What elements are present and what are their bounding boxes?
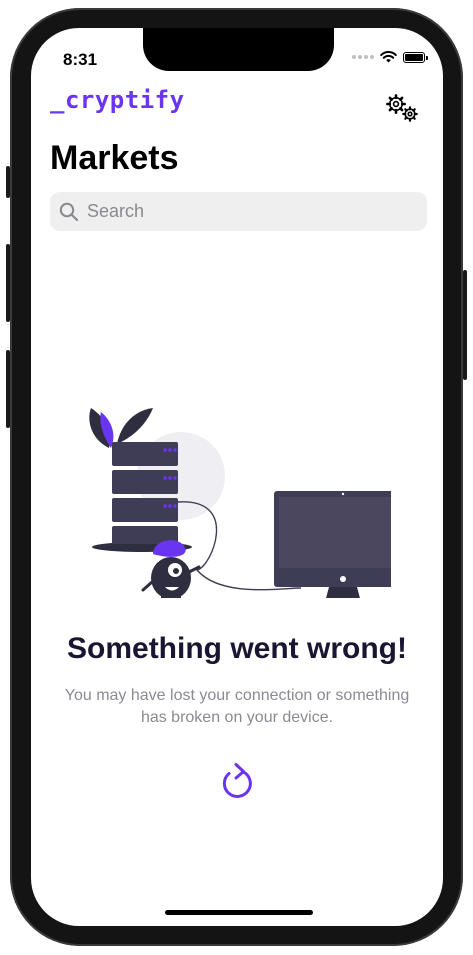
status-time: 8:31	[63, 50, 98, 69]
settings-button[interactable]	[385, 94, 421, 124]
battery-level-fill	[405, 53, 423, 61]
home-indicator	[165, 910, 313, 915]
app-screen: 8:31 _cryptify Markets Search Something …	[31, 28, 443, 926]
notch	[143, 28, 334, 71]
error-message: You may have lost your connection or som…	[64, 687, 410, 726]
creature-leg-right	[175, 594, 181, 598]
wifi-icon	[380, 51, 397, 63]
volume-up-button	[6, 244, 10, 322]
gears-icon	[386, 94, 418, 122]
power-button	[463, 270, 467, 380]
monitor-screen	[279, 497, 391, 568]
app-logo: _cryptify	[50, 86, 185, 114]
monitor-camera	[341, 492, 345, 496]
volume-down-button	[6, 350, 10, 428]
error-illustration	[89, 408, 391, 598]
magnifier-icon	[59, 202, 79, 221]
silent-switch	[6, 166, 10, 198]
creature-pupil	[173, 568, 179, 574]
server-unit-2	[112, 470, 178, 494]
creature-arm-left	[141, 580, 154, 592]
page-title: Markets	[50, 139, 179, 177]
battery-icon	[403, 51, 428, 63]
monitor-stand	[326, 587, 360, 598]
search-input[interactable]	[85, 200, 409, 223]
server-unit-1	[112, 442, 178, 466]
search-bar[interactable]	[50, 192, 427, 231]
refresh-arrow-icon	[222, 763, 252, 798]
retry-button[interactable]	[220, 761, 256, 801]
server-unit-3	[112, 498, 178, 522]
creature-leg-left	[161, 594, 167, 598]
leaf-right	[117, 408, 153, 444]
status-icons	[352, 51, 428, 63]
creature-body	[151, 557, 191, 598]
monitor-power-dot	[340, 576, 346, 582]
signal-icon	[352, 55, 374, 59]
error-title: Something went wrong!	[67, 632, 407, 665]
